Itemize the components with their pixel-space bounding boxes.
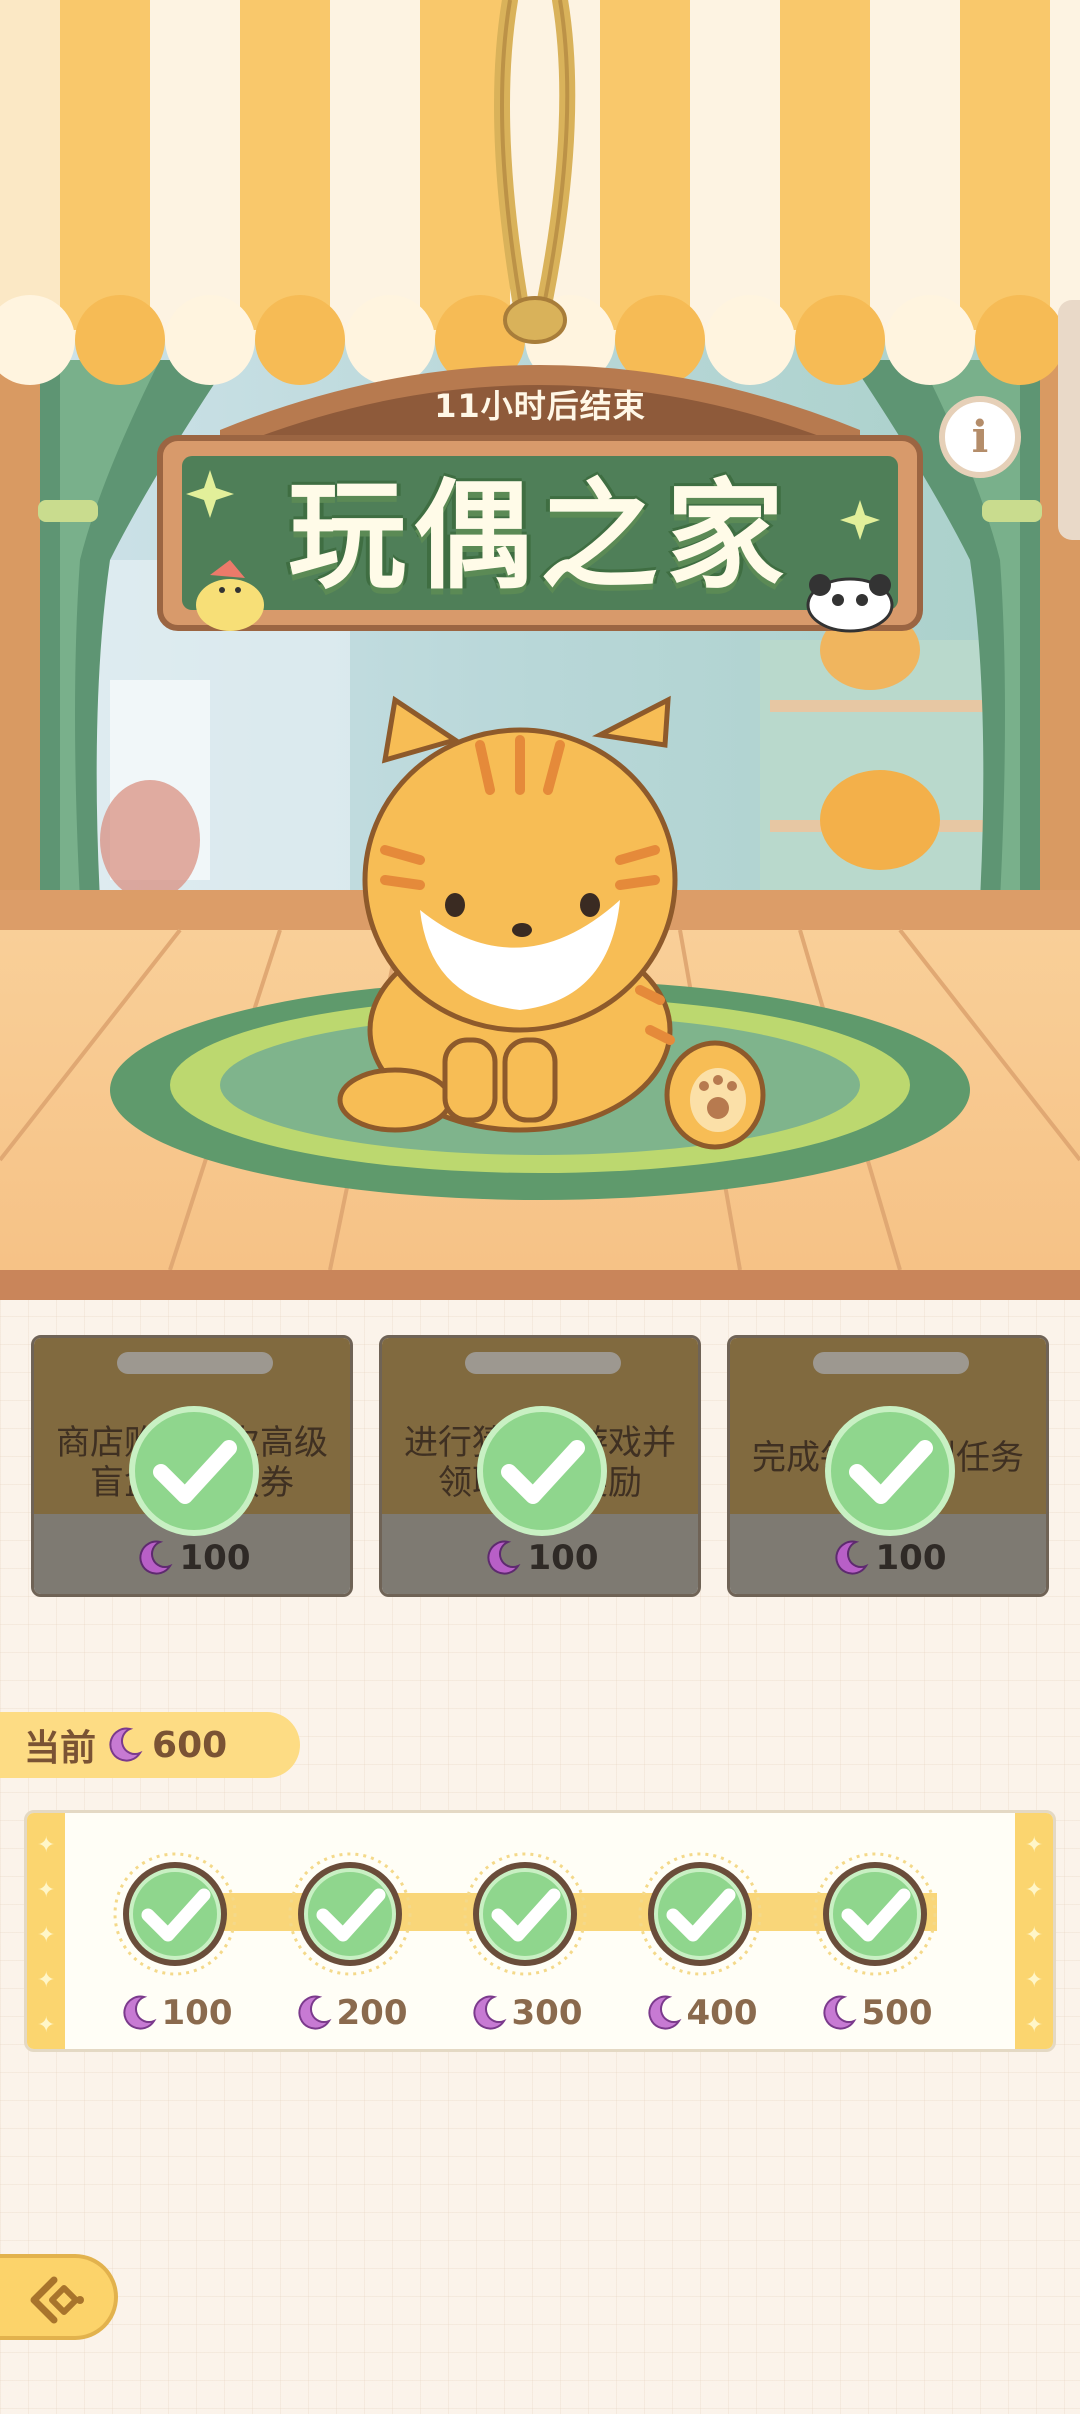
- milestone-label: 300: [450, 1991, 600, 2035]
- milestone-label: 200: [275, 1991, 425, 2035]
- moon-icon: [122, 1995, 156, 2030]
- event-countdown: 11小时后结束: [434, 387, 646, 425]
- current-currency: 当前 600: [0, 1712, 300, 1778]
- back-arrow-icon: [30, 2276, 84, 2324]
- event-title: 玩偶之家: [287, 466, 792, 605]
- milestone-checkmark-icon[interactable]: [285, 1849, 415, 1979]
- moon-icon: [109, 1727, 143, 1762]
- task-reward: 100: [730, 1536, 1046, 1580]
- task-reward-value: 100: [179, 1538, 251, 1578]
- moon-icon: [297, 1995, 331, 2030]
- milestone-checkmark-icon[interactable]: [460, 1849, 590, 1979]
- current-value: 600: [152, 1724, 228, 1766]
- milestone-checkmark-icon[interactable]: [635, 1849, 765, 1979]
- task-card[interactable]: 商店购买一次高级盲盒或扭蛋券 100: [31, 1335, 353, 1597]
- current-label: 当前: [24, 1728, 97, 1769]
- task-reward: 100: [382, 1536, 698, 1580]
- moon-icon: [822, 1995, 856, 2030]
- checkmark-icon: [129, 1406, 259, 1536]
- moon-icon: [472, 1995, 506, 2030]
- side-tab[interactable]: [1058, 300, 1080, 540]
- task-reward-value: 100: [875, 1538, 947, 1578]
- milestone-label: 100: [100, 1991, 250, 2035]
- shop-background-illustration: [0, 0, 1080, 1300]
- checkmark-icon: [825, 1406, 955, 1536]
- milestone-label: 500: [800, 1991, 950, 2035]
- back-button[interactable]: [0, 2254, 118, 2340]
- milestone-checkmark-icon[interactable]: [110, 1849, 240, 1979]
- checkmark-icon: [477, 1406, 607, 1536]
- milestone-panel: ✦ ✦ ✦ ✦ ✦ ✦ ✦ ✦ ✦ ✦ 100 200 300 400 500: [24, 1810, 1056, 2052]
- task-reward-value: 100: [527, 1538, 599, 1578]
- info-icon[interactable]: i: [939, 396, 1021, 478]
- moon-icon: [138, 1540, 172, 1575]
- task-card[interactable]: 完成每日签到任务 100: [727, 1335, 1049, 1597]
- shop-scene: 11小时后结束 玩偶之家 i: [0, 0, 1080, 1300]
- task-card[interactable]: 进行猜小球游戏并领取一次奖励 100: [379, 1335, 701, 1597]
- moon-icon: [647, 1995, 681, 2030]
- moon-icon: [486, 1540, 520, 1575]
- milestone-checkmark-icon[interactable]: [810, 1849, 940, 1979]
- moon-icon: [834, 1540, 868, 1575]
- task-reward: 100: [34, 1536, 350, 1580]
- milestone-label: 400: [625, 1991, 775, 2035]
